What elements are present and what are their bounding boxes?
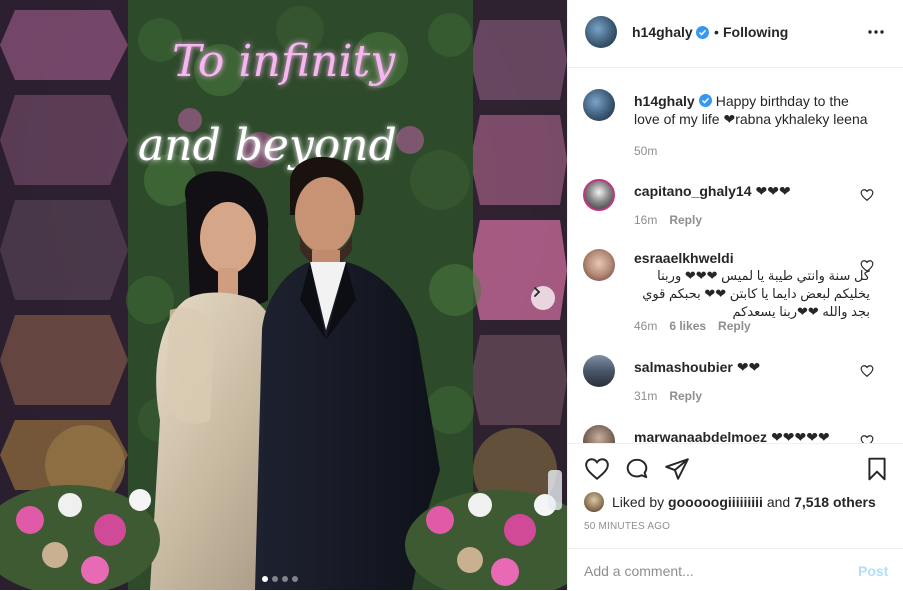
- comment-item: marwanaabdelmoez ❤❤❤❤❤: [568, 415, 903, 443]
- caption-time[interactable]: 50m: [634, 144, 657, 158]
- caption-meta: 50m: [634, 144, 657, 158]
- neon-line-1: To infinity: [172, 36, 396, 87]
- reply-button[interactable]: Reply: [718, 319, 751, 333]
- post-modal: To infinity and beyond h14ghaly • Follow…: [0, 0, 903, 590]
- liker-username[interactable]: gooooogiiiiiiiii: [668, 494, 763, 510]
- chevron-right-icon: [534, 287, 541, 297]
- comment-text: ❤❤❤: [755, 183, 791, 199]
- post-photo[interactable]: To infinity and beyond: [0, 0, 567, 590]
- comment-text-block: marwanaabdelmoez ❤❤❤❤❤: [634, 428, 870, 443]
- comment-text: ❤❤❤❤❤: [771, 429, 830, 443]
- carousel-dot: [272, 576, 278, 582]
- carousel-dot: [282, 576, 288, 582]
- comment-item: salmashoubier ❤❤ 31m Reply: [568, 343, 903, 415]
- carousel-dot: [262, 576, 268, 582]
- following-button[interactable]: Following: [723, 24, 788, 40]
- commenter-avatar[interactable]: [583, 249, 615, 281]
- carousel-dot: [292, 576, 298, 582]
- likes-conj: and: [766, 494, 791, 510]
- post-side-panel: h14ghaly • Following h14ghaly Happy birth…: [567, 0, 903, 590]
- comment-text: كل سنة وانتي طيبة يا لميس ❤❤❤ وربنا يخلي…: [642, 268, 870, 319]
- comment-icon[interactable]: [624, 456, 650, 482]
- comment-text-block: salmashoubier ❤❤: [634, 358, 870, 376]
- comment-text-block: capitano_ghaly14 ❤❤❤: [634, 182, 870, 200]
- comment-username[interactable]: salmashoubier: [634, 359, 733, 375]
- like-comment-heart-icon[interactable]: [860, 188, 874, 202]
- comment-item: esraaelkhweldi كل سنة وانتي طيبة يا لميس…: [568, 239, 903, 343]
- comment-username[interactable]: marwanaabdelmoez: [634, 429, 767, 443]
- caption-username[interactable]: h14ghaly: [634, 93, 695, 109]
- owner-username[interactable]: h14ghaly: [632, 24, 693, 40]
- comments-list[interactable]: h14ghaly Happy birthday to the love of my…: [568, 69, 903, 443]
- commenter-avatar[interactable]: [583, 355, 615, 387]
- commenter-avatar[interactable]: [583, 425, 615, 443]
- owner-avatar[interactable]: [585, 16, 617, 48]
- like-comment-heart-icon[interactable]: [860, 364, 874, 378]
- likes-summary: Liked by gooooogiiiiiiiii and 7,518 othe…: [584, 492, 876, 512]
- liker-avatar[interactable]: [584, 492, 604, 512]
- caption-text-block: h14ghaly Happy birthday to the love of my…: [634, 92, 870, 128]
- caption-avatar[interactable]: [583, 89, 615, 121]
- post-timestamp[interactable]: 50 MINUTES AGO: [584, 521, 670, 532]
- carousel-indicator: [262, 576, 298, 582]
- comment-meta: 46m 6 likes Reply: [634, 319, 751, 333]
- caption: h14ghaly Happy birthday to the love of my…: [568, 69, 903, 169]
- carousel-next-button[interactable]: [531, 286, 555, 310]
- reply-button[interactable]: Reply: [669, 389, 702, 403]
- share-paper-plane-icon[interactable]: [664, 456, 690, 482]
- like-comment-heart-icon[interactable]: [860, 434, 874, 443]
- post-actions: Liked by gooooogiiiiiiiii and 7,518 othe…: [568, 443, 903, 590]
- more-options-icon[interactable]: [864, 22, 888, 42]
- comment-text: ❤❤: [736, 359, 761, 375]
- comment-time[interactable]: 31m: [634, 389, 657, 403]
- comment-username[interactable]: esraaelkhweldi: [634, 250, 734, 266]
- reply-button[interactable]: Reply: [669, 213, 702, 227]
- comment-time[interactable]: 16m: [634, 213, 657, 227]
- comment-username[interactable]: capitano_ghaly14: [634, 183, 752, 199]
- comment-meta: 16m Reply: [634, 213, 702, 227]
- header-separator: •: [714, 24, 719, 40]
- post-header: h14ghaly • Following: [568, 0, 903, 68]
- save-bookmark-icon[interactable]: [864, 456, 890, 482]
- verified-badge-icon: [698, 94, 712, 107]
- add-comment-input[interactable]: [584, 561, 834, 581]
- comment-text-block: esraaelkhweldi كل سنة وانتي طيبة يا لميس…: [634, 249, 870, 321]
- verified-badge-icon: [696, 26, 709, 39]
- likes-prefix: Liked by: [612, 494, 665, 510]
- comment-item: capitano_ghaly14 ❤❤❤ 16m Reply: [568, 169, 903, 239]
- comment-meta: 31m Reply: [634, 389, 702, 403]
- likes-others-link[interactable]: 7,518 others: [794, 494, 876, 510]
- commenter-avatar[interactable]: [583, 179, 615, 211]
- like-comment-heart-icon[interactable]: [860, 259, 874, 273]
- comment-time[interactable]: 46m: [634, 319, 657, 333]
- photo-illustration: To infinity and beyond: [0, 0, 567, 590]
- comment-likes-count[interactable]: 6 likes: [669, 319, 706, 333]
- like-heart-icon[interactable]: [584, 456, 610, 482]
- comment-composer: Post: [568, 548, 903, 591]
- neon-line-2: and beyond: [138, 120, 397, 171]
- post-comment-button[interactable]: Post: [858, 563, 888, 579]
